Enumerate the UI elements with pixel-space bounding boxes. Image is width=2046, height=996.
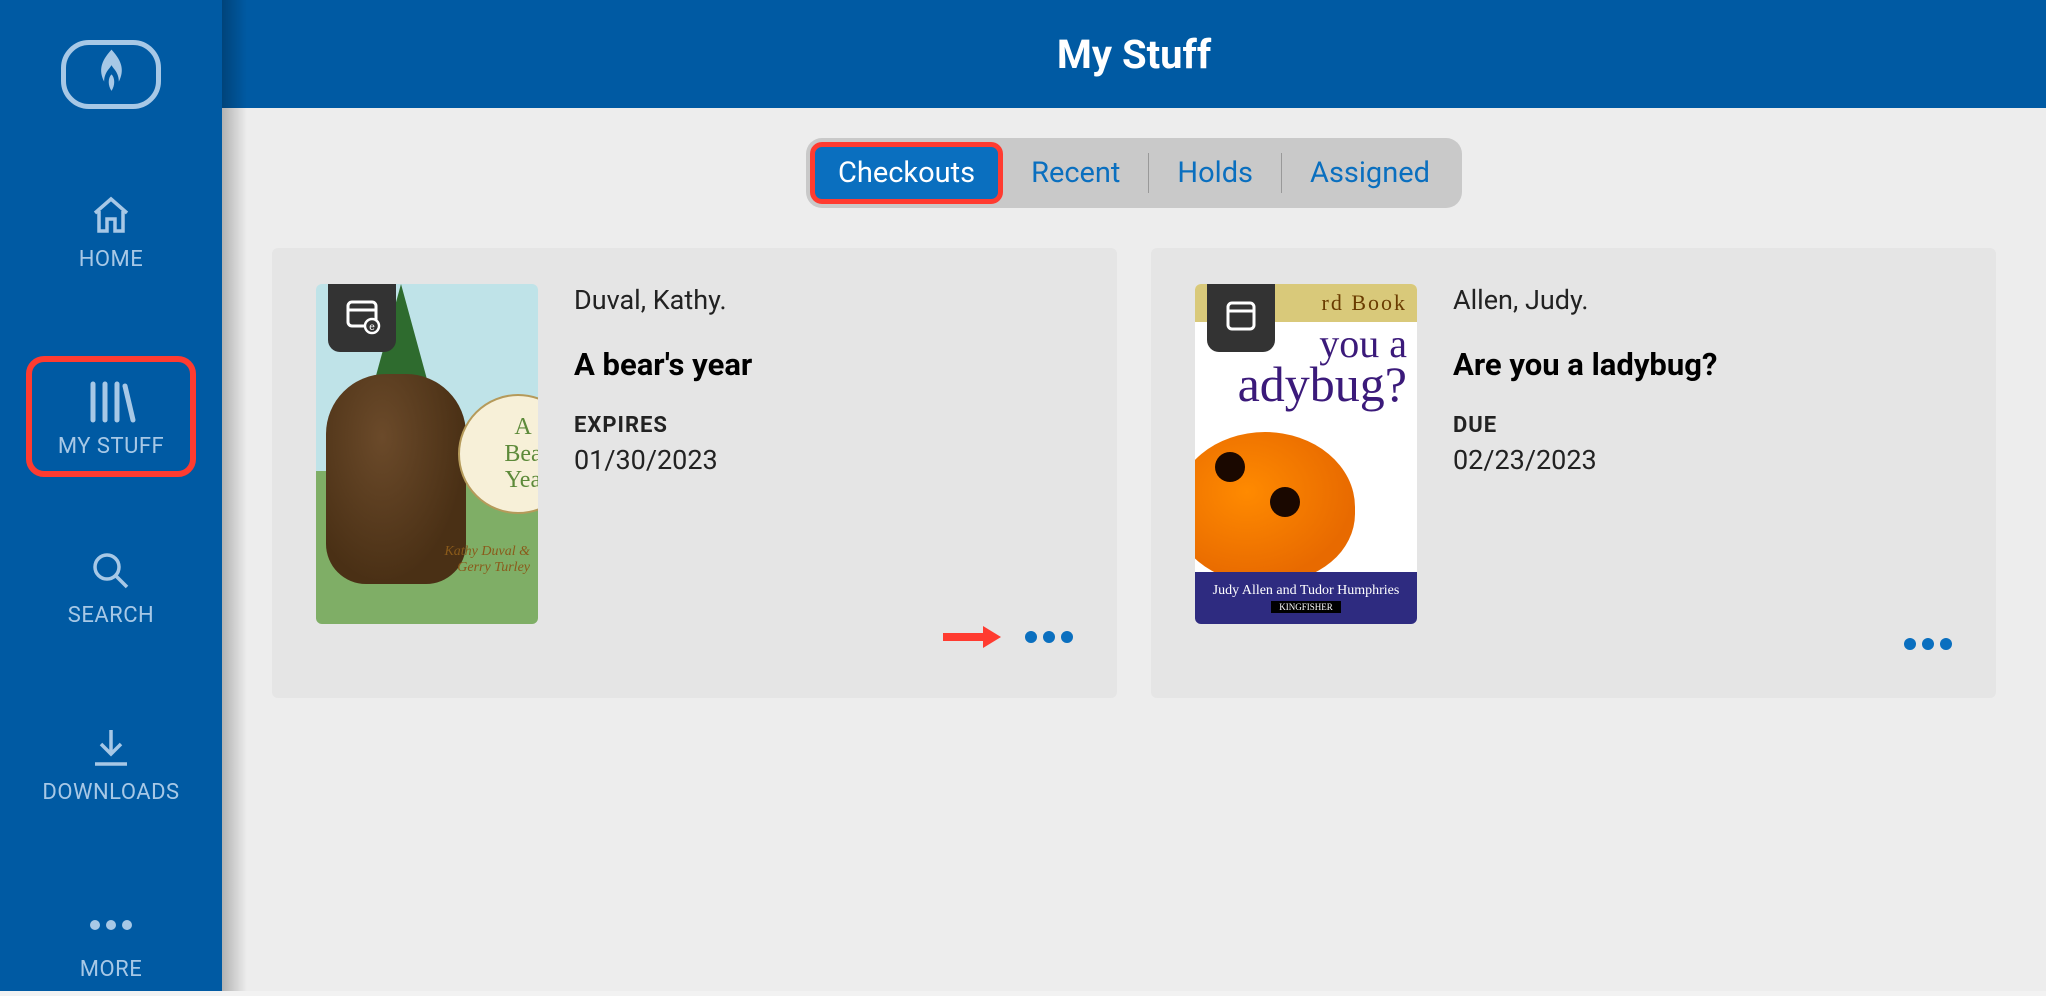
page-title: My Stuff [1057,31,1211,78]
sidebar: HOME MY STUFF SEARCH DOWNLOADS MORE [0,0,222,991]
more-options-button[interactable] [1904,638,1952,650]
main-content: My Stuff Checkouts Recent Holds Assigned… [222,0,2046,991]
more-icon [90,903,132,947]
book-icon [1221,296,1261,340]
tab-bar: Checkouts Recent Holds Assigned [806,138,1462,208]
tab-holds[interactable]: Holds [1149,142,1281,204]
cover-credits: Judy Allen and Tudor Humphries [1213,583,1400,599]
book-author: Duval, Kathy. [574,284,752,316]
svg-text:e: e [369,322,375,333]
tab-recent[interactable]: Recent [1003,142,1148,204]
tab-checkouts[interactable]: Checkouts [810,142,1003,204]
nav-label: MY STUFF [58,434,164,459]
arrow-annotation-icon [941,624,1001,650]
cover-text: adybug? [1238,362,1407,407]
cover-text: Yea [505,467,538,493]
nav-label: HOME [79,247,144,272]
home-icon [89,193,133,237]
nav-more[interactable]: MORE [26,889,196,996]
topbar: My Stuff [222,0,2046,108]
book-meta: Duval, Kathy. A bear's year EXPIRES 01/3… [574,284,752,676]
book-cover[interactable]: A Bea Yea Kathy Duval & Gerry Turley e [316,284,538,624]
card-actions [1904,638,1952,650]
nav-my-stuff[interactable]: MY STUFF [26,356,196,477]
more-options-button[interactable] [1025,631,1073,643]
books-icon [85,380,137,424]
book-author: Allen, Judy. [1453,284,1717,316]
nav-downloads[interactable]: DOWNLOADS [26,712,196,819]
search-icon [89,549,133,593]
cover-publisher: KINGFISHER [1271,601,1341,613]
format-badge [1207,284,1275,352]
flame-icon [84,45,139,104]
book-cover[interactable]: rd Book you a adybug? Judy Allen and Tud… [1195,284,1417,624]
format-badge: e [328,284,396,352]
nav-label: MORE [80,957,142,982]
checkout-list: A Bea Yea Kathy Duval & Gerry Turley e D… [222,248,2046,698]
status-date: 01/30/2023 [574,444,752,476]
status-label: DUE [1453,413,1717,438]
download-icon [89,726,133,770]
book-title: A bear's year [574,346,752,383]
nav-label: DOWNLOADS [42,780,179,805]
cover-credits: Gerry Turley [444,560,530,576]
book-meta: Allen, Judy. Are you a ladybug? DUE 02/2… [1453,284,1717,676]
app-logo[interactable] [61,40,161,109]
tab-bar-container: Checkouts Recent Holds Assigned [222,108,2046,248]
nav-search[interactable]: SEARCH [26,535,196,642]
card-actions [941,624,1073,650]
status-label: EXPIRES [574,413,752,438]
tab-assigned[interactable]: Assigned [1282,142,1458,204]
checkout-card[interactable]: A Bea Yea Kathy Duval & Gerry Turley e D… [272,248,1117,698]
cover-text: Bea [504,441,538,467]
checkout-card[interactable]: rd Book you a adybug? Judy Allen and Tud… [1151,248,1996,698]
nav-label: SEARCH [68,603,155,628]
nav-home[interactable]: HOME [26,179,196,286]
cover-credits: Kathy Duval & [444,544,530,560]
ebook-icon: e [342,296,382,340]
cover-text: A [514,414,531,440]
status-date: 02/23/2023 [1453,444,1717,476]
book-title: Are you a ladybug? [1453,346,1717,383]
